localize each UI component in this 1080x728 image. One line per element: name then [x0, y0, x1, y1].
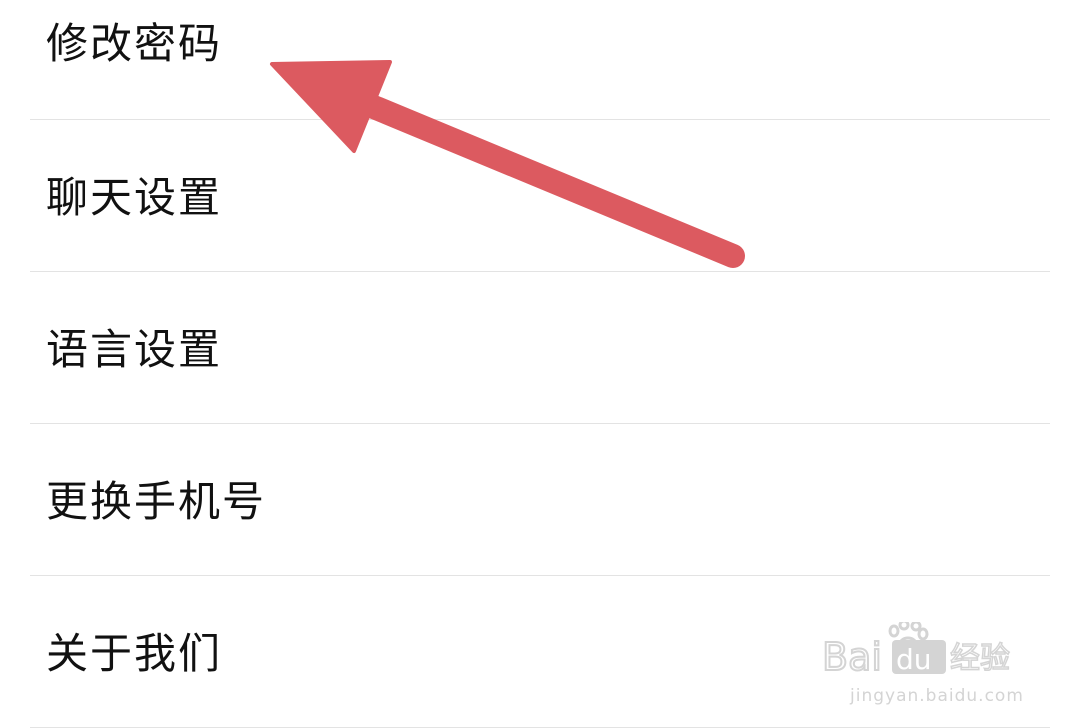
menu-item-label: 关于我们 [46, 629, 223, 678]
baidu-watermark: Bai du 经验 jingyan.baidu.com [822, 604, 1024, 706]
menu-item-change-password[interactable]: 修改密码 [0, 0, 1080, 118]
menu-item-label: 聊天设置 [46, 173, 223, 222]
svg-text:du: du [896, 643, 932, 674]
svg-text:Bai: Bai [822, 635, 882, 674]
menu-item-change-phone[interactable]: 更换手机号 [0, 424, 1080, 575]
svg-text:经验: 经验 [950, 641, 1010, 674]
watermark-url: jingyan.baidu.com [850, 686, 1024, 706]
menu-item-chat-settings[interactable]: 聊天设置 [0, 120, 1080, 271]
menu-item-language-settings[interactable]: 语言设置 [0, 272, 1080, 423]
menu-item-label: 语言设置 [46, 325, 223, 374]
baidu-logo-icon: Bai du 经验 [822, 622, 1011, 674]
menu-item-label: 更换手机号 [46, 477, 267, 526]
settings-screen: 修改密码 聊天设置 语言设置 更换手机号 关于我们 Bai du 经验 jing… [0, 0, 1080, 728]
menu-item-label: 修改密码 [46, 19, 223, 68]
